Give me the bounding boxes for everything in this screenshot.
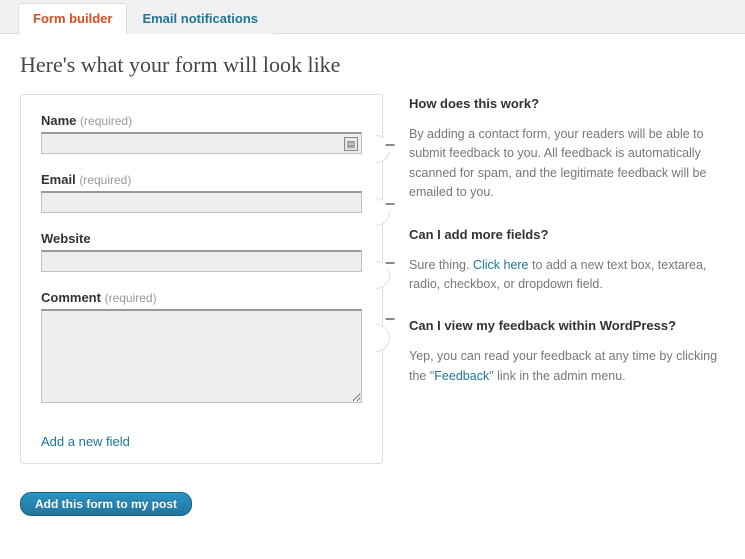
- website-input[interactable]: [41, 250, 362, 272]
- tab-form-builder[interactable]: Form builder: [18, 3, 127, 34]
- remove-field-button[interactable]: −: [383, 197, 397, 211]
- field-comment: Comment (required) −: [41, 290, 362, 406]
- tabs: Form builder Email notifications: [0, 0, 745, 33]
- field-name: Name (required) ▤ −: [41, 113, 362, 154]
- help-column: How does this work? By adding a contact …: [409, 94, 725, 464]
- help-how-body: By adding a contact form, your readers w…: [409, 125, 725, 203]
- footer: Add this form to my post: [0, 482, 745, 526]
- help-view-title: Can I view my feedback within WordPress?: [409, 318, 725, 333]
- tab-email-notifications[interactable]: Email notifications: [127, 3, 273, 34]
- field-name-label: Name (required): [41, 113, 132, 128]
- form-preview-panel: Name (required) ▤ − Email (required) − W…: [20, 94, 383, 464]
- field-comment-label: Comment (required): [41, 290, 157, 305]
- email-input[interactable]: [41, 191, 362, 213]
- add-form-button[interactable]: Add this form to my post: [20, 492, 192, 516]
- field-website: Website −: [41, 231, 362, 272]
- feedback-link[interactable]: Feedback: [434, 369, 489, 383]
- help-view-body: Yep, you can read your feedback at any t…: [409, 347, 725, 386]
- page-title: Here's what your form will look like: [0, 34, 745, 94]
- field-website-label: Website: [41, 231, 91, 246]
- comment-textarea[interactable]: [41, 309, 362, 403]
- field-email: Email (required) −: [41, 172, 362, 213]
- help-more-body: Sure thing. Click here to add a new text…: [409, 256, 725, 295]
- help-how-title: How does this work?: [409, 96, 725, 111]
- field-email-label: Email (required): [41, 172, 131, 187]
- remove-field-button[interactable]: −: [383, 256, 397, 270]
- name-input[interactable]: [41, 132, 362, 154]
- add-new-field-link[interactable]: Add a new field: [41, 434, 130, 449]
- click-here-link[interactable]: Click here: [473, 258, 529, 272]
- remove-field-button[interactable]: −: [383, 138, 397, 152]
- help-more-title: Can I add more fields?: [409, 227, 725, 242]
- remove-field-button[interactable]: −: [383, 312, 397, 326]
- contacts-icon[interactable]: ▤: [344, 137, 358, 151]
